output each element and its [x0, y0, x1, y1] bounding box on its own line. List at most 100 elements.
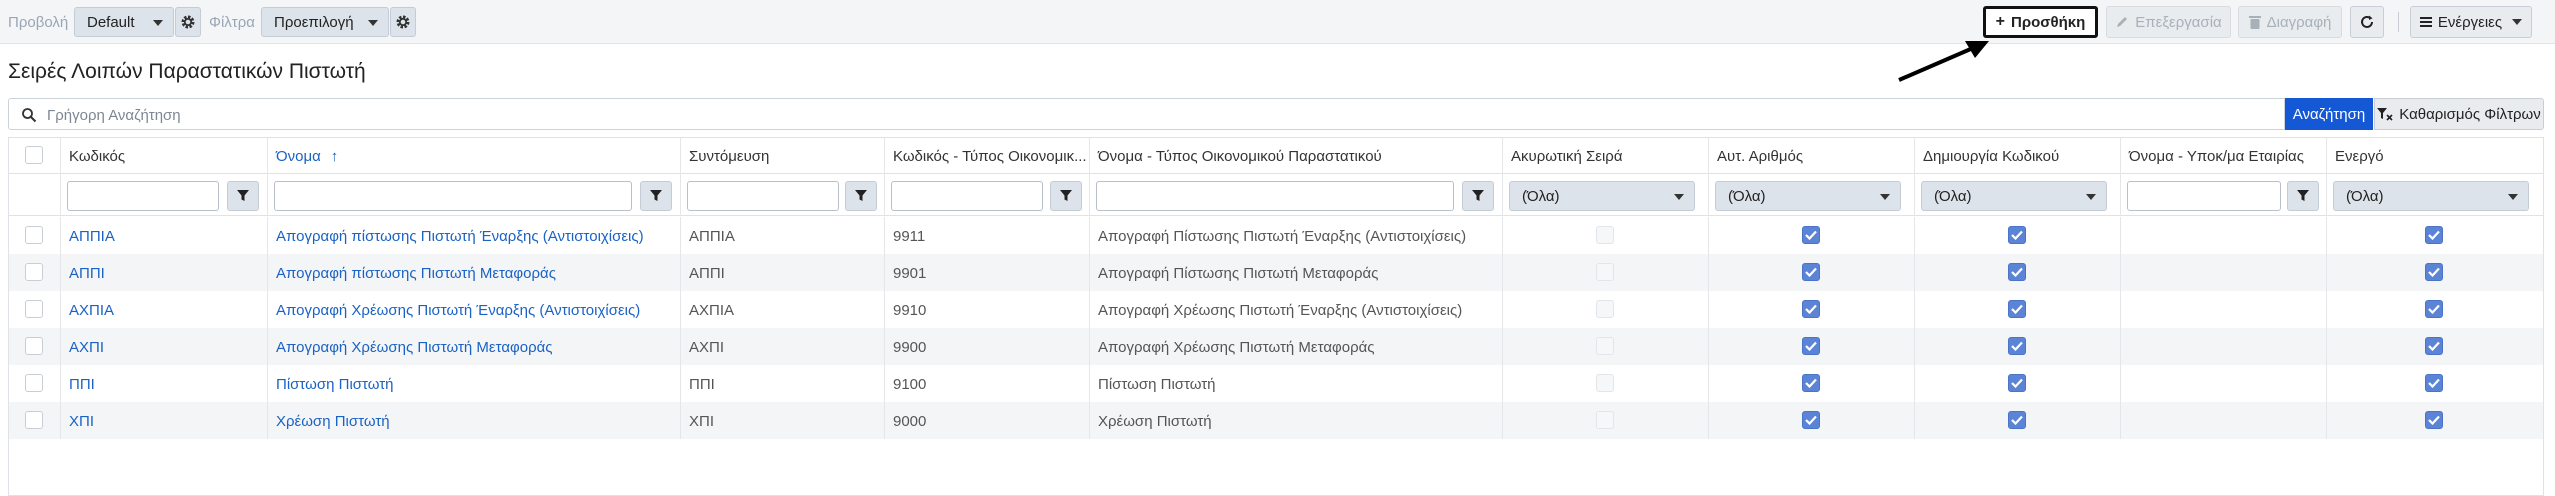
type-name-filter-button[interactable]: [1462, 181, 1494, 211]
name-cell[interactable]: Απογραφή πίστωσης Πιστωτή Έναρξης (Αντισ…: [268, 217, 681, 254]
active-filter-select[interactable]: (Όλα): [2333, 181, 2529, 211]
type-code-filter-button[interactable]: [1050, 181, 1082, 211]
checked-checkbox-icon: [1802, 337, 1820, 355]
type-name-filter-input[interactable]: [1096, 181, 1454, 211]
code-cell[interactable]: ΑΠΠΙ: [61, 254, 268, 291]
name-cell[interactable]: Απογραφή πίστωσης Πιστωτή Μεταφοράς: [268, 254, 681, 291]
row-select-cell: [9, 254, 61, 291]
add-button[interactable]: + Προσθήκη: [1983, 6, 2098, 38]
name-cell[interactable]: Απογραφή Χρέωσης Πιστωτή Έναρξης (Αντιστ…: [268, 291, 681, 328]
edit-button[interactable]: Επεξεργασία: [2106, 6, 2231, 38]
delete-button[interactable]: Διαγραφή: [2238, 6, 2342, 38]
row-select-checkbox[interactable]: [25, 263, 43, 281]
row-select-cell: [9, 328, 61, 365]
code-filter-button[interactable]: [227, 181, 259, 211]
checked-checkbox-icon: [2425, 263, 2443, 281]
type-code-cell: 9900: [885, 328, 1090, 365]
generate-code-filter-select[interactable]: (Όλα): [1921, 181, 2107, 211]
code-cell[interactable]: ΑΠΠΙΑ: [61, 217, 268, 254]
header-type-code[interactable]: Κωδικός - Τύπος Οικονομικ...: [885, 138, 1090, 174]
header-name[interactable]: Όνομα ↑: [268, 138, 681, 174]
table-row[interactable]: ΠΠΙ Πίστωση Πιστωτή ΠΠΙ 9100 Πίστωση Πιστωτή: [9, 365, 2543, 402]
toolbar: Προβολή Default Φίλτρα Προεπιλογή + Προσ…: [0, 0, 2555, 44]
code-cell[interactable]: ΑΧΠΙ: [61, 328, 268, 365]
actions-dropdown[interactable]: Ενέργειες: [2410, 6, 2532, 38]
shortcut-cell: ΧΠΙ: [681, 402, 885, 439]
filter-cell: (Όλα): [1503, 174, 1709, 216]
code-cell[interactable]: ΠΠΙ: [61, 365, 268, 402]
header-code[interactable]: Κωδικός: [61, 138, 268, 174]
filter-icon: [2297, 190, 2309, 201]
checked-checkbox-icon: [1802, 263, 1820, 281]
header-generate-code[interactable]: Δημιουργία Κωδικού: [1915, 138, 2121, 174]
filter-clear-icon: [2377, 108, 2393, 121]
row-select-checkbox[interactable]: [25, 226, 43, 244]
view-settings-button[interactable]: [175, 7, 201, 37]
generate-code-cell: [1915, 365, 2121, 402]
table-row[interactable]: ΑΠΠΙ Απογραφή πίστωσης Πιστωτή Μεταφοράς Α…: [9, 254, 2543, 291]
active-cell: [2327, 254, 2543, 291]
chevron-down-icon: [2508, 194, 2518, 200]
header-active[interactable]: Ενεργό: [2327, 138, 2543, 174]
cancel-series-cell: [1503, 291, 1709, 328]
row-select-checkbox[interactable]: [25, 300, 43, 318]
select-all-checkbox[interactable]: [25, 146, 43, 164]
row-select-checkbox[interactable]: [25, 337, 43, 355]
generate-code-cell: [1915, 217, 2121, 254]
name-filter-button[interactable]: [640, 181, 672, 211]
code-cell[interactable]: ΑΧΠΙΑ: [61, 291, 268, 328]
delete-button-label: Διαγραφή: [2266, 13, 2332, 31]
auto-number-filter-select[interactable]: (Όλα): [1715, 181, 1901, 211]
checked-checkbox-icon: [2008, 300, 2026, 318]
cancel-series-filter-select[interactable]: (Όλα): [1509, 181, 1695, 211]
table-row[interactable]: ΑΧΠΙΑ Απογραφή Χρέωσης Πιστωτή Έναρξης (Α…: [9, 291, 2543, 328]
filter-cell: [268, 174, 681, 216]
table-row[interactable]: ΑΠΠΙΑ Απογραφή πίστωσης Πιστωτή Έναρξης (…: [9, 217, 2543, 254]
filter-icon: [1060, 190, 1072, 201]
branch-name-filter-input[interactable]: [2127, 181, 2281, 211]
header-type-name[interactable]: Όνομα - Τύπος Οικονομικού Παραστατικού: [1090, 138, 1503, 174]
code-cell[interactable]: ΧΠΙ: [61, 402, 268, 439]
name-filter-input[interactable]: [274, 181, 632, 211]
name-cell[interactable]: Απογραφή Χρέωσης Πιστωτή Μεταφοράς: [268, 328, 681, 365]
gear-icon: [181, 15, 195, 29]
name-cell[interactable]: Χρέωση Πιστωτή: [268, 402, 681, 439]
row-select-cell: [9, 365, 61, 402]
refresh-button[interactable]: [2350, 6, 2384, 38]
header-shortcut[interactable]: Συντόμευση: [681, 138, 885, 174]
search-field: [8, 98, 2285, 130]
clear-filters-button[interactable]: Καθαρισμός Φίλτρων: [2374, 98, 2544, 130]
filter-cell: [9, 174, 61, 216]
branch-name-filter-button[interactable]: [2287, 181, 2319, 211]
shortcut-cell: ΑΧΠΙ: [681, 328, 885, 365]
type-code-filter-input[interactable]: [891, 181, 1043, 211]
cancel-series-cell: [1503, 254, 1709, 291]
filter-icon: [1472, 190, 1484, 201]
quick-search-input[interactable]: [47, 104, 2247, 126]
code-filter-input[interactable]: [67, 181, 219, 211]
filter-settings-button[interactable]: [390, 7, 416, 37]
header-cancel-series[interactable]: Ακυρωτική Σειρά: [1503, 138, 1709, 174]
auto-number-cell: [1709, 217, 1915, 254]
shortcut-filter-button[interactable]: [845, 181, 877, 211]
checked-checkbox-icon: [2425, 411, 2443, 429]
filter-cell: (Όλα): [2327, 174, 2543, 216]
table-row[interactable]: ΑΧΠΙ Απογραφή Χρέωσης Πιστωτή Μεταφοράς ΑΧ…: [9, 328, 2543, 365]
filter-icon: [237, 190, 249, 201]
view-select[interactable]: Default: [74, 7, 174, 37]
filter-cell: [2121, 174, 2327, 216]
search-button[interactable]: Αναζήτηση: [2285, 98, 2373, 130]
header-branch-name[interactable]: Όνομα - Υποκ/μα Εταιρίας: [2121, 138, 2327, 174]
table-row[interactable]: ΧΠΙ Χρέωση Πιστωτή ΧΠΙ 9000 Χρέωση Πιστωτή: [9, 402, 2543, 439]
generate-code-cell: [1915, 254, 2121, 291]
active-cell: [2327, 365, 2543, 402]
type-name-cell: Απογραφή Χρέωσης Πιστωτή Μεταφοράς: [1090, 328, 1503, 365]
name-cell[interactable]: Πίστωση Πιστωτή: [268, 365, 681, 402]
active-cell: [2327, 217, 2543, 254]
row-select-checkbox[interactable]: [25, 374, 43, 392]
header-auto-number[interactable]: Αυτ. Αριθμός: [1709, 138, 1915, 174]
row-select-checkbox[interactable]: [25, 411, 43, 429]
generate-code-cell: [1915, 402, 2121, 439]
shortcut-filter-input[interactable]: [687, 181, 839, 211]
filter-select[interactable]: Προεπιλογή: [261, 7, 389, 37]
